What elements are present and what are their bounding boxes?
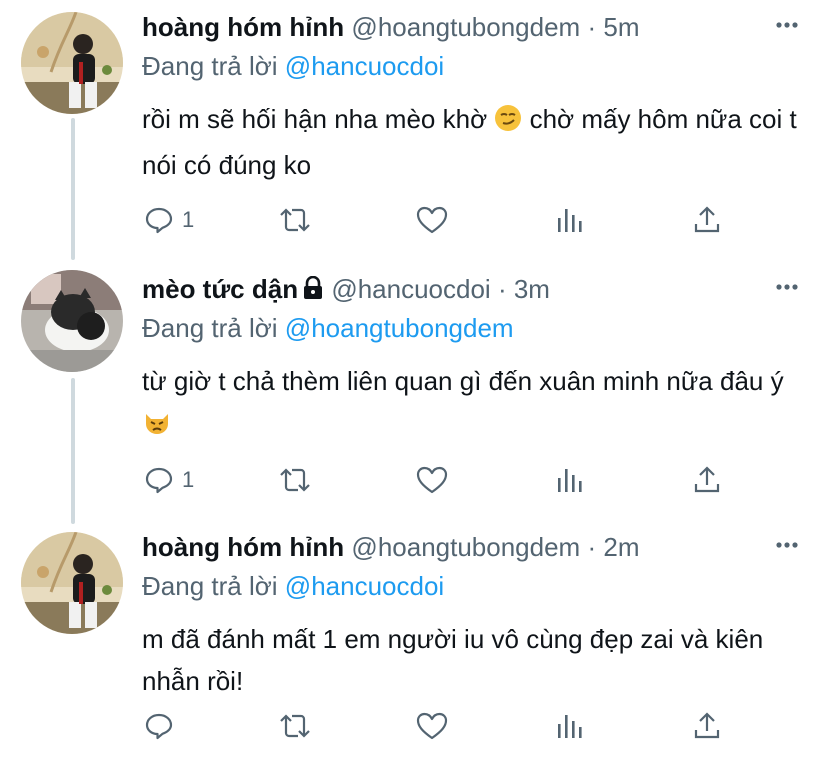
tweet-1[interactable]: hoàng hóm hỉnh @hoangtubongdem · 5m Đang… bbox=[0, 8, 828, 258]
tweet-text: từ giờ t chả thèm liên quan gì đến xuân … bbox=[142, 360, 802, 448]
retweet-button[interactable] bbox=[278, 202, 312, 238]
analytics-button[interactable] bbox=[556, 462, 584, 498]
timestamp[interactable]: 2m bbox=[603, 532, 639, 562]
reply-count: 1 bbox=[182, 467, 195, 492]
reply-context: Đang trả lời @hancuocdoi bbox=[142, 568, 444, 604]
share-button[interactable] bbox=[692, 462, 722, 498]
share-button[interactable] bbox=[692, 708, 722, 744]
share-button[interactable] bbox=[692, 202, 722, 238]
retweet-button[interactable] bbox=[278, 708, 312, 744]
like-button[interactable] bbox=[416, 462, 448, 498]
avatar[interactable] bbox=[21, 532, 123, 634]
reply-button[interactable]: 1 bbox=[144, 462, 194, 498]
reply-button[interactable]: 1 bbox=[144, 202, 194, 238]
avatar[interactable] bbox=[21, 270, 123, 372]
tweet-header: hoàng hóm hỉnh @hoangtubongdem · 5m bbox=[142, 8, 639, 46]
retweet-button[interactable] bbox=[278, 462, 312, 498]
pouting-cat-emoji-icon bbox=[142, 406, 172, 448]
tweet-text-part: từ giờ t chả thèm liên quan gì đến xuân … bbox=[142, 366, 784, 396]
user-handle[interactable]: @hoangtubongdem bbox=[351, 532, 580, 562]
more-dots-icon[interactable] bbox=[774, 532, 800, 563]
reply-prefix: Đang trả lời bbox=[142, 571, 278, 601]
reply-prefix: Đang trả lời bbox=[142, 51, 278, 81]
like-button[interactable] bbox=[416, 708, 448, 744]
heart-icon bbox=[416, 712, 448, 740]
analytics-bars-icon bbox=[558, 469, 582, 492]
more-dots-icon[interactable] bbox=[774, 274, 800, 305]
share-upload-icon bbox=[694, 206, 720, 233]
tweet-actions bbox=[142, 708, 742, 744]
heart-icon bbox=[416, 206, 448, 234]
smirk-emoji-icon bbox=[494, 102, 522, 144]
analytics-bars-icon bbox=[558, 715, 582, 738]
user-handle[interactable]: @hancuocdoi bbox=[331, 274, 490, 304]
retweet-icon bbox=[280, 468, 310, 492]
reply-count: 1 bbox=[182, 207, 195, 232]
tweet-text-part: rồi m sẽ hối hận nha mèo khờ bbox=[142, 104, 488, 134]
lock-icon bbox=[302, 272, 324, 310]
reply-context: Đang trả lời @hancuocdoi bbox=[142, 48, 444, 84]
share-upload-icon bbox=[694, 466, 720, 493]
separator: · bbox=[587, 532, 597, 562]
reply-button[interactable] bbox=[144, 708, 182, 744]
reply-mention[interactable]: @hancuocdoi bbox=[285, 51, 444, 81]
reply-context: Đang trả lời @hoangtubongdem bbox=[142, 310, 514, 346]
display-name[interactable]: mèo tức dận bbox=[142, 274, 298, 304]
analytics-button[interactable] bbox=[556, 708, 584, 744]
like-button[interactable] bbox=[416, 202, 448, 238]
display-name[interactable]: hoàng hóm hỉnh bbox=[142, 12, 344, 42]
reply-bubble-icon bbox=[145, 467, 173, 494]
timestamp[interactable]: 3m bbox=[514, 274, 550, 304]
tweet-text: m đã đánh mất 1 em người iu vô cùng đẹp … bbox=[142, 618, 802, 702]
tweet-header: hoàng hóm hỉnh @hoangtubongdem · 2m bbox=[142, 528, 639, 566]
heart-icon bbox=[416, 466, 448, 494]
reply-prefix: Đang trả lời bbox=[142, 313, 278, 343]
analytics-button[interactable] bbox=[556, 202, 584, 238]
tweet-2[interactable]: mèo tức dận @hancuocdoi · 3m Đang trả lờ… bbox=[0, 270, 828, 522]
tweet-text-part: m đã đánh mất 1 em người iu vô cùng đẹp … bbox=[142, 624, 764, 696]
more-dots-icon[interactable] bbox=[774, 12, 800, 43]
reply-bubble-icon bbox=[145, 207, 173, 234]
timestamp[interactable]: 5m bbox=[603, 12, 639, 42]
retweet-icon bbox=[280, 714, 310, 738]
tweet-actions: 1 bbox=[142, 202, 742, 238]
avatar[interactable] bbox=[21, 12, 123, 114]
reply-bubble-icon bbox=[145, 713, 173, 740]
retweet-icon bbox=[280, 208, 310, 232]
display-name[interactable]: hoàng hóm hỉnh bbox=[142, 532, 344, 562]
share-upload-icon bbox=[694, 712, 720, 739]
separator: · bbox=[587, 12, 597, 42]
tweet-3[interactable]: hoàng hóm hỉnh @hoangtubongdem · 2m Đang… bbox=[0, 528, 828, 758]
tweet-text: rồi m sẽ hối hận nha mèo khờ chờ mấy hôm… bbox=[142, 98, 802, 186]
user-handle[interactable]: @hoangtubongdem bbox=[351, 12, 580, 42]
separator: · bbox=[497, 274, 507, 304]
tweet-header: mèo tức dận @hancuocdoi · 3m bbox=[142, 270, 550, 308]
reply-mention[interactable]: @hancuocdoi bbox=[285, 571, 444, 601]
reply-mention[interactable]: @hoangtubongdem bbox=[285, 313, 514, 343]
analytics-bars-icon bbox=[558, 209, 582, 232]
tweet-actions: 1 bbox=[142, 462, 742, 498]
